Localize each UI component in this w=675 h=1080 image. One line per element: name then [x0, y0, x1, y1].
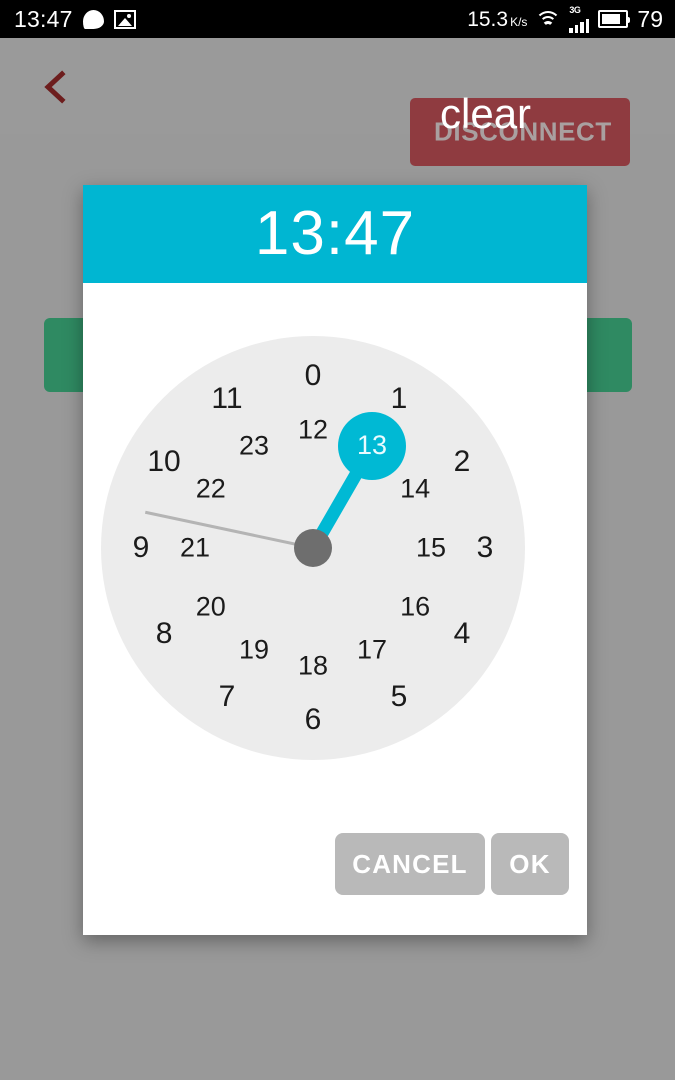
clock-number-19[interactable]: 19	[239, 636, 269, 664]
clock-number-4[interactable]: 4	[454, 619, 471, 649]
dialog-actions: CANCEL OK	[83, 805, 587, 935]
clock-number-5[interactable]: 5	[391, 681, 408, 712]
network-speed-unit: K/s	[510, 14, 528, 29]
clock-number-8[interactable]: 8	[156, 619, 173, 649]
clock-number-2[interactable]: 2	[454, 447, 471, 477]
clock-number-16[interactable]: 16	[400, 593, 430, 621]
clock-number-14[interactable]: 14	[400, 475, 430, 503]
network-speed-value: 15.3	[467, 7, 509, 31]
clock-selected-value[interactable]: 13	[338, 411, 406, 480]
app-bar: DISCONNECT clear	[0, 38, 675, 166]
clock-number-0[interactable]: 0	[305, 361, 322, 391]
clock-number-9[interactable]: 9	[133, 533, 150, 563]
clock-number-10[interactable]: 10	[147, 447, 180, 477]
status-bar-right: 15.3 K/s 3G 79	[467, 4, 675, 33]
clear-overlay-label: clear	[440, 90, 532, 137]
clock-number-7[interactable]: 7	[219, 681, 236, 712]
dialog-header: 13:47	[83, 185, 587, 283]
clock-number-23[interactable]: 23	[239, 432, 269, 459]
clock-number-20[interactable]: 20	[196, 593, 226, 621]
clock-number-22[interactable]: 22	[196, 475, 226, 503]
ok-button[interactable]: OK	[491, 833, 569, 895]
time-picker-dialog: 13:47 0 1 2 3 4 5 6 7 8 9 10 11 12 13 14 15 16 17 18 19 20 21…	[83, 185, 587, 935]
clock-number-21[interactable]: 21	[180, 534, 210, 562]
status-bar-clock: 13:47	[14, 5, 73, 32]
cancel-button[interactable]: CANCEL	[335, 833, 485, 895]
clock-number-12[interactable]: 12	[298, 416, 328, 444]
status-bar-left: 13:47	[0, 5, 136, 32]
back-chevron-icon	[42, 70, 68, 104]
mobile-network-label: 3G	[569, 4, 581, 15]
image-icon	[113, 9, 136, 29]
clock-number-3[interactable]: 3	[477, 533, 494, 563]
signal-bars-icon: 3G	[569, 4, 590, 33]
battery-level: 79	[637, 5, 663, 32]
status-bar: 13:47 15.3 K/s 3G 79	[0, 0, 675, 38]
wifi-icon	[535, 10, 562, 28]
clock-face-container[interactable]: 0 1 2 3 4 5 6 7 8 9 10 11 12 13 14 15 16 17 18 19 20 21 22 23	[83, 283, 587, 823]
clock-number-15[interactable]: 15	[416, 534, 446, 562]
back-button[interactable]	[32, 64, 78, 110]
clock-number-17[interactable]: 17	[357, 636, 387, 664]
clock-center-hub	[294, 529, 332, 567]
dialog-time-title[interactable]: 13:47	[255, 203, 415, 265]
clock-number-6[interactable]: 6	[305, 705, 322, 735]
network-speed: 15.3 K/s	[467, 9, 527, 30]
battery-icon	[598, 10, 631, 28]
message-bubble-icon	[82, 9, 104, 29]
clock-number-11[interactable]: 11	[211, 384, 242, 414]
clock-number-18[interactable]: 18	[298, 652, 328, 680]
clock-number-1[interactable]: 1	[391, 384, 408, 414]
